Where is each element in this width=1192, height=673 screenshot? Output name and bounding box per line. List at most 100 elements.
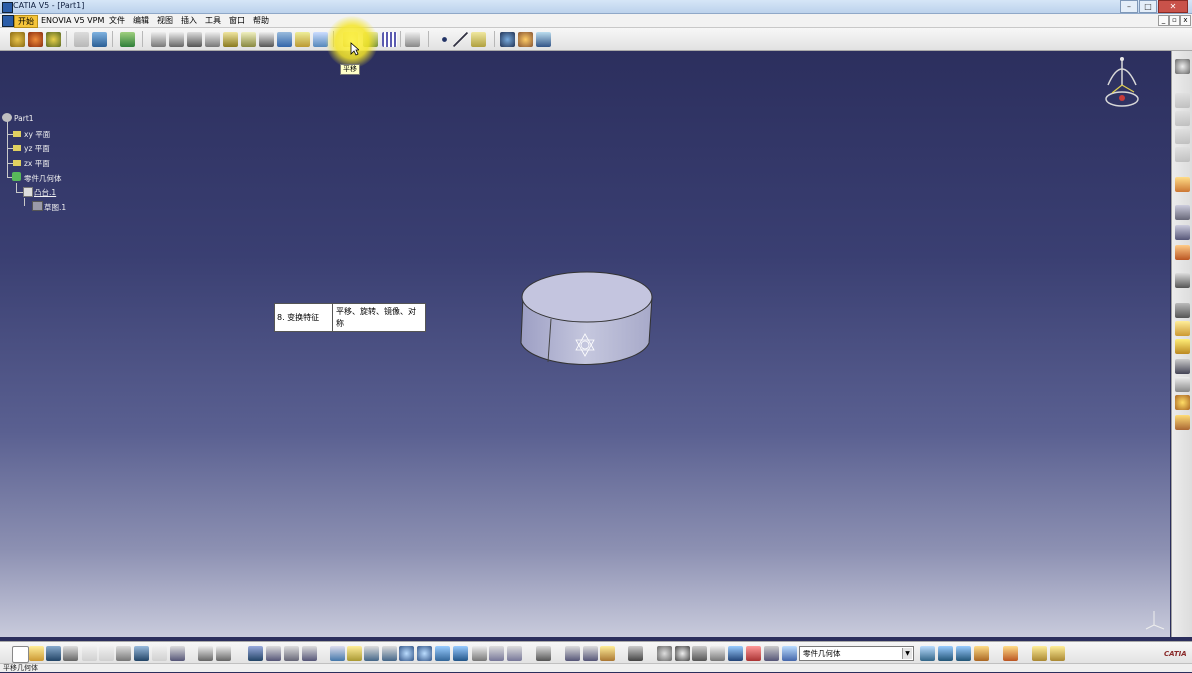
open-file-icon[interactable]	[29, 646, 44, 661]
axis-system-icon[interactable]	[1175, 395, 1190, 410]
table-icon[interactable]	[248, 646, 263, 661]
iso-view-icon[interactable]	[453, 646, 468, 661]
list-icon[interactable]	[764, 646, 779, 661]
disabled-tool-icon[interactable]	[1175, 129, 1190, 144]
loft-icon[interactable]	[277, 32, 292, 47]
menu-enovia[interactable]: ENOVIA V5 VPM	[38, 15, 107, 26]
tree-node-sketch[interactable]: 草图.1	[44, 202, 66, 213]
boolean-operations-icon[interactable]	[500, 32, 515, 47]
exit-workbench-icon[interactable]	[28, 32, 43, 47]
pencil-icon[interactable]	[1032, 646, 1047, 661]
multi-view-icon[interactable]	[536, 646, 551, 661]
gear-icon[interactable]	[1175, 59, 1190, 74]
units-icon[interactable]	[710, 646, 725, 661]
paste-icon[interactable]	[116, 646, 131, 661]
scaling-icon[interactable]	[405, 32, 420, 47]
update-icon[interactable]	[565, 646, 580, 661]
sew-surface-icon[interactable]	[1175, 339, 1190, 354]
axis-icon[interactable]	[692, 646, 707, 661]
whats-this-icon[interactable]	[170, 646, 185, 661]
navigate-icon[interactable]	[657, 646, 672, 661]
measure-between-icon[interactable]	[583, 646, 598, 661]
measure-item-icon[interactable]	[600, 646, 615, 661]
swap-visible-space-icon[interactable]	[507, 646, 522, 661]
fit-all-icon[interactable]	[347, 646, 362, 661]
tree-node-part[interactable]: Part1	[14, 114, 34, 123]
scan-icon[interactable]	[302, 646, 317, 661]
redo-icon[interactable]	[152, 646, 167, 661]
instantiate-icon[interactable]	[284, 646, 299, 661]
tree-node-xy-plane[interactable]: xy 平面	[24, 129, 50, 140]
menu-edit[interactable]: 编辑	[130, 15, 152, 26]
point-icon[interactable]	[437, 32, 452, 47]
compass-widget[interactable]	[1100, 55, 1145, 113]
chevron-down-icon[interactable]: ▼	[902, 648, 912, 659]
positioned-sketch-icon[interactable]	[46, 32, 61, 47]
groove-icon[interactable]	[205, 32, 220, 47]
assemble-icon[interactable]	[518, 32, 533, 47]
annotate-icon[interactable]	[1050, 646, 1065, 661]
constraint-icon[interactable]	[1175, 205, 1190, 220]
minimize-button[interactable]: –	[1120, 0, 1138, 13]
hole-icon[interactable]	[223, 32, 238, 47]
menu-insert[interactable]: 插入	[178, 15, 200, 26]
document-icon[interactable]	[2, 15, 14, 27]
body-insert-icon[interactable]	[1175, 415, 1190, 430]
tree-node-pad[interactable]: 凸台.1	[34, 187, 56, 198]
edge-fillet-icon[interactable]	[295, 32, 310, 47]
close-surface-icon[interactable]	[1175, 321, 1190, 336]
shading-icon[interactable]	[472, 646, 487, 661]
sketch-tool-icon[interactable]	[1175, 273, 1190, 288]
doc-minimize-button[interactable]: _	[1158, 15, 1169, 26]
catalog-icon[interactable]	[92, 32, 107, 47]
capture-icon[interactable]	[628, 646, 643, 661]
shaft-icon[interactable]	[187, 32, 202, 47]
menu-start[interactable]: 开始	[14, 15, 38, 28]
formula-icon[interactable]	[198, 646, 213, 661]
3d-viewport[interactable]: Part1 xy 平面 yz 平面 zx 平面 零件几何体 凸台.1 草图.1 …	[0, 51, 1170, 637]
photo-icon[interactable]	[1003, 646, 1018, 661]
split-icon[interactable]	[1175, 377, 1190, 392]
analysis-icon[interactable]	[536, 32, 551, 47]
menu-window[interactable]: 窗口	[226, 15, 248, 26]
pad-icon[interactable]	[151, 32, 166, 47]
tree-node-zx-plane[interactable]: zx 平面	[24, 158, 50, 169]
pan-icon[interactable]	[364, 646, 379, 661]
doc-close-button[interactable]: x	[1180, 15, 1191, 26]
current-body-select[interactable]: 零件几何体 ▼	[799, 646, 914, 661]
disabled-tool-icon[interactable]	[1175, 111, 1190, 126]
thick-surface-icon[interactable]	[1175, 303, 1190, 318]
hide-show-icon[interactable]	[489, 646, 504, 661]
save-icon[interactable]	[46, 646, 61, 661]
layer-icon[interactable]	[974, 646, 989, 661]
ordered-set-icon[interactable]	[956, 646, 971, 661]
measure-icon[interactable]	[74, 32, 89, 47]
maximize-button[interactable]: □	[1139, 0, 1157, 13]
menu-help[interactable]: 帮助	[250, 15, 272, 26]
tree-node-part-body[interactable]: 零件几何体	[24, 173, 62, 184]
comment-icon[interactable]	[216, 646, 231, 661]
hand-icon[interactable]	[675, 646, 690, 661]
slot-icon[interactable]	[259, 32, 274, 47]
tree-node-yz-plane[interactable]: yz 平面	[24, 143, 50, 154]
body-select-icon[interactable]	[782, 646, 797, 661]
pocket-icon[interactable]	[169, 32, 184, 47]
pad-cylinder[interactable]	[515, 267, 660, 373]
menu-file[interactable]: 文件	[106, 15, 128, 26]
cube-view-icon[interactable]	[728, 646, 743, 661]
rotate-icon[interactable]	[382, 646, 397, 661]
plane-icon[interactable]	[471, 32, 486, 47]
tree-icon[interactable]	[266, 646, 281, 661]
sketcher-icon[interactable]	[10, 32, 25, 47]
zoom-in-icon[interactable]	[399, 646, 414, 661]
copy-icon[interactable]	[99, 646, 114, 661]
normal-view-icon[interactable]	[435, 646, 450, 661]
doc-restore-button[interactable]: ▫	[1169, 15, 1180, 26]
undo-icon[interactable]	[134, 646, 149, 661]
cut-icon[interactable]	[82, 646, 97, 661]
rib-icon[interactable]	[241, 32, 256, 47]
disabled-tool-icon[interactable]	[1175, 93, 1190, 108]
pattern-icon[interactable]	[382, 32, 397, 47]
disabled-tool-icon[interactable]	[1175, 147, 1190, 162]
close-button[interactable]: ✕	[1158, 0, 1188, 13]
